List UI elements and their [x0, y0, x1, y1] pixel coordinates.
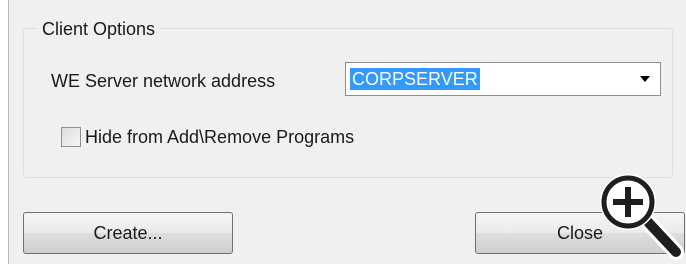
- hide-from-programs-label[interactable]: Hide from Add\Remove Programs: [85, 126, 354, 148]
- hide-from-programs-checkbox[interactable]: [61, 127, 81, 147]
- client-options-dialog: Client Options WE Server network address…: [8, 0, 686, 264]
- chevron-down-icon[interactable]: [640, 76, 650, 82]
- zoom-in-icon[interactable]: [596, 170, 686, 264]
- groupbox-title: Client Options: [37, 18, 161, 40]
- server-address-label: WE Server network address: [51, 71, 276, 91]
- create-button[interactable]: Create...: [23, 212, 233, 254]
- server-address-combobox[interactable]: CORPSERVER: [345, 62, 661, 96]
- client-options-groupbox: [23, 28, 673, 178]
- server-address-value[interactable]: CORPSERVER: [350, 68, 480, 90]
